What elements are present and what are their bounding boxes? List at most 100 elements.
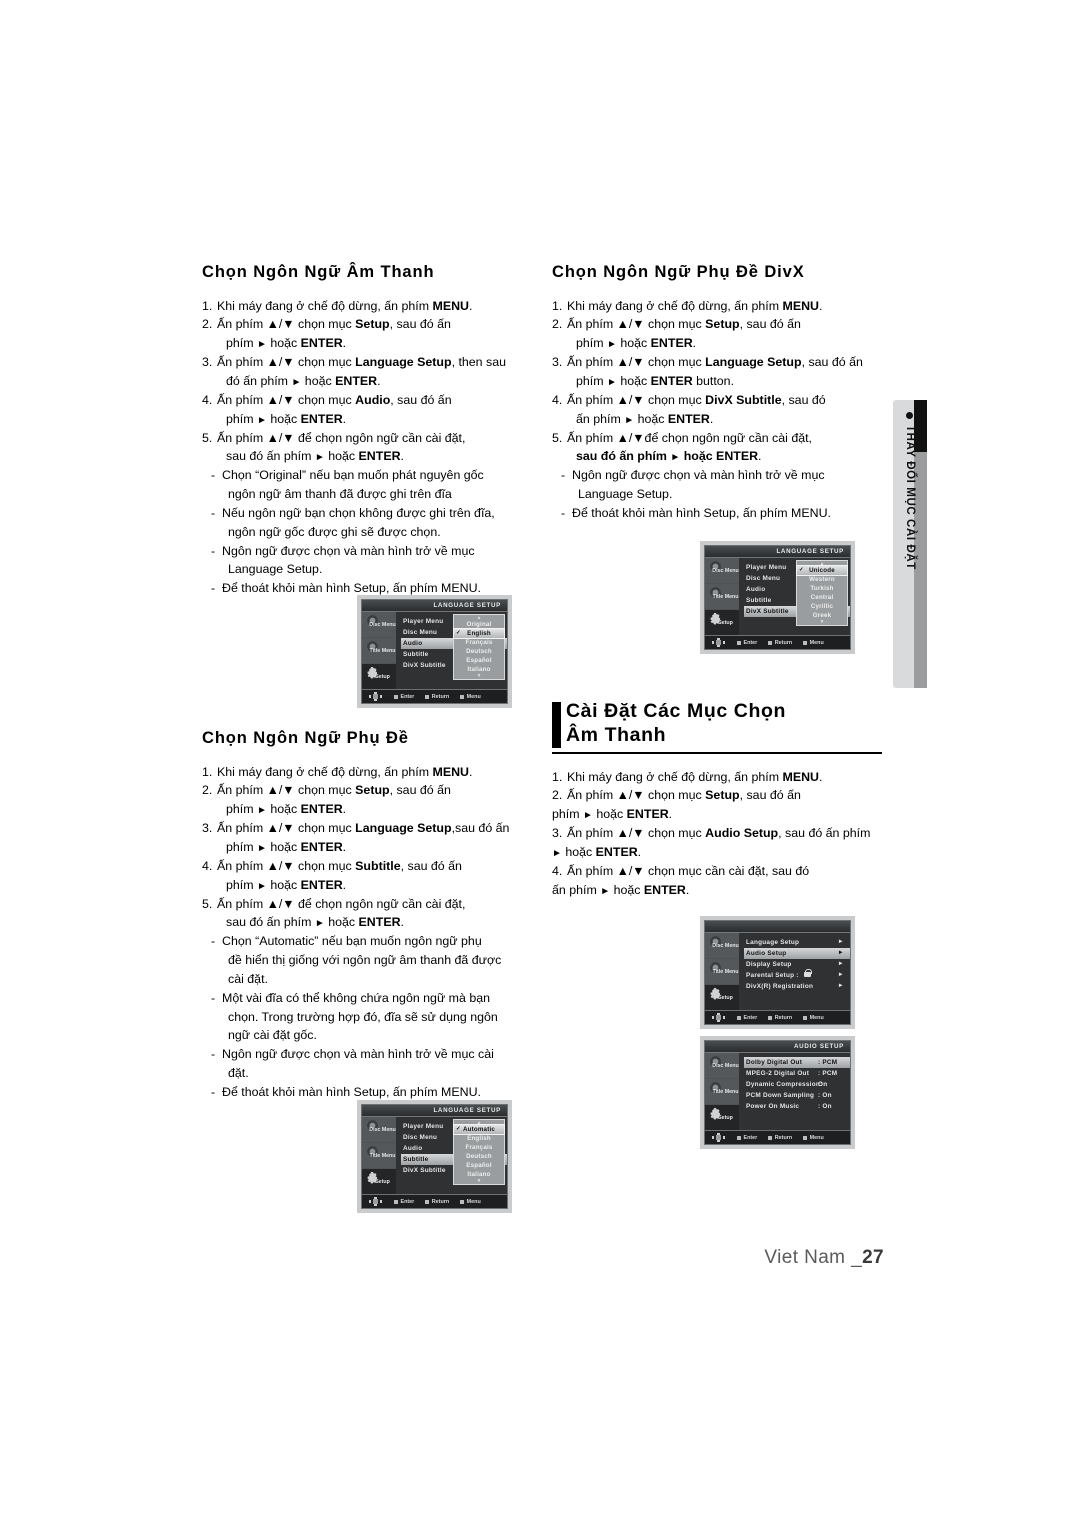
osd-key-return: Return [425,694,449,700]
osd-sidebar-item-title-menu[interactable]: Title Menu [362,1143,396,1169]
osd-body: Disc Menu Title Menu Setup Language Setu… [705,933,850,1010]
section-title-divx-subtitle: Chọn Ngôn Ngữ Phụ Đề DivX [552,263,805,281]
osd-sidebar-item-disc-menu[interactable]: Disc Menu [362,612,396,638]
osd-option[interactable]: Italiano [454,1170,504,1179]
osd-menu-row-dynamic-compression[interactable]: Dynamic Compression: On [744,1079,850,1090]
note-line: Language Setup. [228,562,323,577]
osd-menu-row-mpeg2-digital-out[interactable]: MPEG-2 Digital Out : PCM [744,1068,850,1079]
section-title-audio-options: Cài Đặt Các Mục Chọn Âm Thanh [552,700,882,754]
note-line: Ngôn ngữ được chọn và màn hình trở về mụ… [222,543,475,558]
osd-menu-list: Player Menu Disc Menu Audio Subtitle Div… [396,612,507,689]
osd-sidebar-label: Title Menu [369,647,396,654]
osd-sidebar-label: Disc Menu [369,1126,396,1133]
step-text-cont: phím ► hoặc ENTER. [226,336,347,351]
step-text: Ấn phím ▲/▼để chọn ngôn ngữ cần cài đặt, [567,430,812,445]
step-item: 1. Khi máy đang ở chế độ dừng, ấn phím M… [202,763,532,782]
dpad-icon [368,1196,383,1207]
key-square-icon [394,1199,398,1204]
osd-menu-row-power-on-music[interactable]: Power On Music : On [744,1101,850,1112]
osd-sidebar-item-setup[interactable]: Setup [362,664,396,689]
osd-key-menu: Menu [803,1015,824,1021]
osd-menu-row-audio-setup[interactable]: Audio Setup ► [744,948,850,959]
key-square-icon [460,694,465,699]
key-square-icon [425,1199,430,1204]
osd-option-selected[interactable]: English [453,628,505,639]
osd-menu-row-parental-setup[interactable]: Parental Setup : ► [744,969,850,981]
osd-sidebar-item-disc-menu[interactable]: Disc Menu [362,1117,396,1143]
osd-sidebar-item-title-menu[interactable]: Title Menu [705,1079,739,1105]
step-text: Ấn phím ▲/▼ chọn mục Language Setup, the… [217,355,506,370]
osd-menu-row-dolby-digital-out[interactable]: Dolby Digital Out : PCM [744,1057,850,1068]
osd-option[interactable]: Turkish [797,584,847,593]
osd-menu-list: Player Menu Disc Menu Audio Subtitle Div… [739,558,850,635]
step-text: Khi máy đang ở chế độ dừng, ấn phím MENU… [217,298,473,313]
note-line: Chọn “Automatic” nếu bạn muốn ngôn ngữ p… [222,934,482,949]
step-item: 5. Ấn phím ▲/▼ để chọn ngôn ngữ cần cài … [202,429,532,467]
key-square-icon [768,640,773,645]
osd-sidebar-item-disc-menu[interactable]: Disc Menu [705,933,739,959]
step-text-cont: sau đó ấn phím ► hoặc ENTER. [576,449,762,464]
osd-sidebar-label: Title Menu [712,1088,739,1095]
osd-option[interactable]: Cyrillic [797,602,847,611]
osd-option[interactable]: Español [454,1161,504,1170]
osd-language-setup-audio: LANGUAGE SETUP Disc Menu Title Menu Setu… [357,595,512,708]
note-line: Nếu ngôn ngữ bạn chọn không được ghi trê… [222,505,495,520]
osd-sidebar-item-disc-menu[interactable]: Disc Menu [705,1053,739,1079]
osd-menu-row-pcm-down-sampling[interactable]: PCM Down Sampling : On [744,1090,850,1101]
osd-sidebar-item-setup[interactable]: Setup [705,1105,739,1130]
osd-title: LANGUAGE SETUP [433,1107,501,1114]
manual-page: Chọn Ngôn Ngữ Âm Thanh 1. Khi máy đang ở… [0,0,1080,1527]
osd-menu-value: : PCM [818,1059,838,1066]
osd-option[interactable]: Italiano [454,665,504,674]
step-text-cont: phím ► hoặc ENTER. [552,807,673,822]
left-column-section-2: Chọn Ngôn Ngữ Phụ Đề 1. Khi máy đang ở c… [202,728,532,1102]
osd-footer: Enter Return Menu [362,689,507,703]
osd-option[interactable]: English [454,1134,504,1143]
key-square-icon [394,694,398,699]
osd-option[interactable]: Español [454,656,504,665]
step-number: 2. [202,783,213,798]
osd-sidebar-label: Setup [375,673,390,680]
osd-sidebar-item-title-menu[interactable]: Title Menu [705,959,739,985]
osd-sidebar-item-disc-menu[interactable]: Disc Menu [705,558,739,584]
dpad-icon [711,1012,726,1023]
osd-option-selected[interactable]: Automatic [453,1124,505,1135]
osd-option[interactable]: Greek [797,611,847,620]
osd-option[interactable]: Central [797,593,847,602]
osd-sidebar-item-setup[interactable]: Setup [705,610,739,635]
osd-menu-label: PCM Down Sampling [746,1092,815,1099]
osd-menu-row-display-setup[interactable]: Display Setup ► [744,959,850,970]
osd-option-selected[interactable]: Unicode [796,565,848,576]
osd-option[interactable]: Deutsch [454,1152,504,1161]
osd-option[interactable]: Deutsch [454,647,504,656]
osd-menu-row-language-setup[interactable]: Language Setup ► [744,937,850,948]
osd-option[interactable]: Original [454,620,504,629]
osd-option[interactable]: Français [454,638,504,647]
osd-sidebar-label: Setup [718,994,733,1001]
osd-menu-row-divx-registration[interactable]: DivX(R) Registration ► [744,981,850,992]
page-number: 27 [862,1247,884,1268]
osd-language-setup-divx: LANGUAGE SETUP Disc Menu Title Menu Setu… [700,541,855,654]
side-tab-label: THAY ĐỔI MỤC CÀI ĐẶT [904,425,916,570]
note-line: Language Setup. [578,487,673,502]
key-square-icon [425,694,430,699]
caret-down-icon: ▼ [476,673,482,679]
key-square-icon [737,1015,741,1020]
key-square-icon [803,1135,808,1140]
note-item: Chọn “Original” nếu bạn muốn phát nguyên… [211,466,532,504]
osd-option[interactable]: Français [454,1143,504,1152]
osd-sidebar-item-title-menu[interactable]: Title Menu [705,584,739,610]
osd-sidebar-item-setup[interactable]: Setup [362,1169,396,1194]
osd-key-enter: Enter [394,694,414,700]
step-text: Ấn phím ▲/▼ chọn mục Audio Setup, sau đó… [567,826,871,841]
osd-frame: LANGUAGE SETUP Disc Menu Title Menu Setu… [361,1104,508,1209]
osd-sidebar-item-setup[interactable]: Setup [705,985,739,1010]
osd-sidebar-label: Setup [718,619,733,626]
osd-sidebar: Disc Menu Title Menu Setup [362,612,396,689]
osd-menu-value: : PCM [818,1070,838,1077]
step-item: 3. Ấn phím ▲/▼ chọn mục Language Setup, … [552,353,882,391]
step-text-cont: ấn phím ► hoặc ENTER. [552,882,690,897]
osd-option[interactable]: Western [797,575,847,584]
osd-sidebar-item-title-menu[interactable]: Title Menu [362,638,396,664]
step-number: 2. [202,317,213,332]
